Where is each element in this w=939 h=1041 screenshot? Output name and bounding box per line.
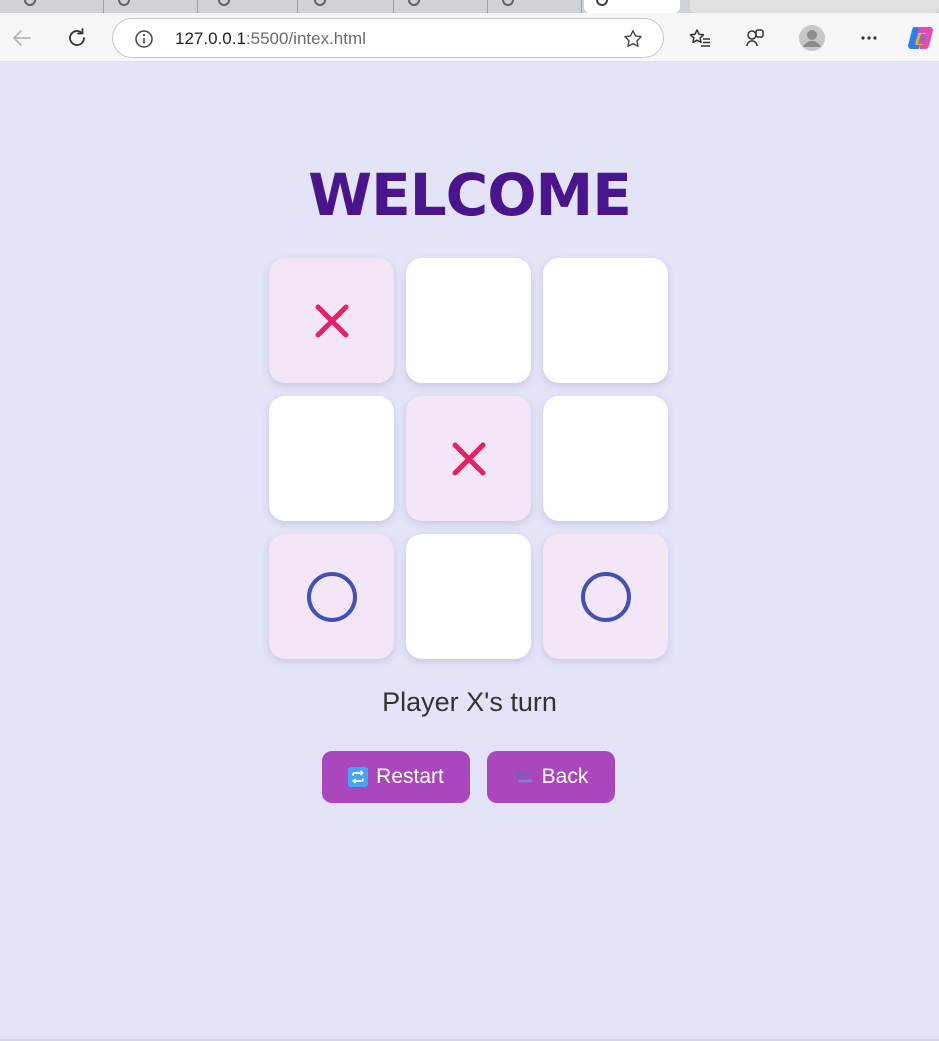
repeat-arrows-icon <box>348 767 369 787</box>
tab-favicon-icon <box>408 0 420 6</box>
more-dots-icon <box>861 36 877 40</box>
tab-favicon-icon <box>118 0 130 6</box>
tab-favicon-icon <box>24 0 36 6</box>
tab-favicon-icon <box>314 0 326 6</box>
collections-button[interactable] <box>739 22 771 54</box>
board-cell-5[interactable] <box>406 396 531 521</box>
reload-button[interactable] <box>61 22 93 54</box>
browser-tab[interactable] <box>204 0 298 13</box>
game-board <box>269 258 669 659</box>
more-menu-button[interactable] <box>853 22 885 54</box>
avatar-icon <box>799 25 825 51</box>
back-button[interactable]: Back <box>487 751 615 803</box>
url-host: 127.0.0.1 <box>175 29 246 48</box>
back-label: Back <box>541 765 589 788</box>
browser-tab[interactable] <box>394 0 488 13</box>
board-cell-4[interactable] <box>269 396 394 521</box>
page-viewport: WELCOME Player X's turn Restart Back <box>0 63 939 1039</box>
board-cell-9[interactable] <box>543 534 668 659</box>
browser-tab[interactable] <box>10 0 104 13</box>
tab-favicon-icon <box>502 0 514 6</box>
browser-toolbar: 127.0.0.1:5500/intex.html <box>0 13 939 62</box>
turn-status: Player X's turn <box>382 687 557 717</box>
address-bar[interactable]: 127.0.0.1:5500/intex.html <box>112 18 664 58</box>
reload-icon <box>69 28 85 46</box>
x-mark-icon <box>452 442 485 475</box>
profile-button[interactable] <box>796 22 828 54</box>
o-mark-icon <box>306 571 357 622</box>
collections-icon <box>746 29 764 47</box>
board-cell-6[interactable] <box>543 396 668 521</box>
favorites-button[interactable] <box>684 22 716 54</box>
back-nav-button[interactable] <box>6 22 38 54</box>
board-cell-2[interactable] <box>406 258 531 383</box>
copilot-icon <box>908 27 933 50</box>
browser-tab[interactable] <box>488 0 582 13</box>
board-cell-3[interactable] <box>543 258 668 383</box>
back-arrow-icon <box>514 767 534 787</box>
browser-tab-active[interactable] <box>584 0 680 13</box>
restart-button[interactable]: Restart <box>322 751 470 803</box>
url-text[interactable]: 127.0.0.1:5500/intex.html <box>175 29 366 49</box>
browser-tab[interactable] <box>690 0 939 13</box>
board-cell-1[interactable] <box>269 258 394 383</box>
tab-favicon-icon <box>596 0 608 6</box>
favorite-star-icon[interactable] <box>621 27 645 51</box>
url-path: :5500/intex.html <box>245 29 366 48</box>
copilot-button[interactable] <box>905 22 937 54</box>
board-cell-7[interactable] <box>269 534 394 659</box>
restart-label: Restart <box>376 765 444 788</box>
page-title: WELCOME <box>308 161 632 229</box>
tab-favicon-icon <box>218 0 230 6</box>
favorites-list-icon <box>689 29 710 47</box>
board-cell-8[interactable] <box>406 534 531 659</box>
site-info-icon[interactable] <box>133 28 155 50</box>
browser-tab[interactable] <box>104 0 198 13</box>
arrow-left-icon <box>13 30 31 46</box>
x-mark-icon <box>315 304 348 337</box>
browser-tab[interactable] <box>300 0 394 13</box>
tab-strip <box>0 0 939 13</box>
o-mark-icon <box>580 571 631 622</box>
